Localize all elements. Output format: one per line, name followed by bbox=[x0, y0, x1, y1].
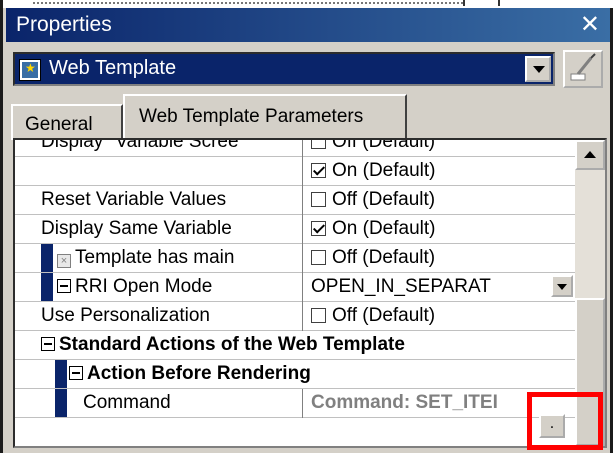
row-value: Command: SET_ITEI bbox=[311, 392, 498, 413]
row-value: On (Default) bbox=[332, 160, 436, 181]
table-row[interactable]: Display "Variable Scree Off (Default) bbox=[15, 138, 575, 157]
chevron-up-icon bbox=[584, 151, 596, 158]
row-name: Display "Variable Scree bbox=[41, 138, 239, 152]
window-title: Properties bbox=[16, 13, 112, 36]
tab-web-template-parameters-label: Web Template Parameters bbox=[139, 106, 364, 127]
group-header-row[interactable]: Action Before Rendering bbox=[15, 360, 575, 389]
tick-mark bbox=[498, 0, 500, 6]
web-template-icon: ★ bbox=[19, 59, 41, 81]
brush-icon bbox=[570, 53, 596, 81]
collapse-icon[interactable] bbox=[41, 337, 55, 351]
table-row[interactable]: Display Same Variable On (Default) bbox=[15, 215, 575, 244]
row-value: Off (Default) bbox=[332, 305, 436, 326]
object-selector-value: Web Template bbox=[49, 57, 177, 79]
row-value: Off (Default) bbox=[332, 189, 436, 210]
ellipsis-button[interactable]: . bbox=[539, 414, 565, 438]
row-value: OPEN_IN_SEPARAT bbox=[311, 276, 491, 297]
checkbox[interactable] bbox=[311, 192, 326, 207]
table-row[interactable]: Reset Variable Values Off (Default) bbox=[15, 186, 575, 215]
table-row[interactable]: On (Default) bbox=[15, 157, 575, 186]
tab-general-label: General bbox=[25, 114, 93, 135]
top-strip bbox=[3, 0, 613, 8]
checkbox[interactable] bbox=[311, 308, 326, 323]
group-header-row[interactable]: Standard Actions of the Web Template bbox=[15, 331, 575, 360]
format-brush-button[interactable] bbox=[563, 50, 603, 88]
row-value: On (Default) bbox=[332, 218, 436, 239]
scroll-up-button[interactable] bbox=[575, 140, 605, 170]
row-name: RRI Open Mode bbox=[75, 276, 213, 297]
checkbox[interactable] bbox=[311, 140, 326, 149]
tick-mark bbox=[463, 0, 465, 6]
properties-window: Properties ✕ ★ Web Template General Web … bbox=[0, 0, 613, 453]
checkbox[interactable] bbox=[311, 221, 326, 236]
close-icon[interactable]: ✕ bbox=[580, 10, 600, 38]
tab-web-template-parameters[interactable]: Web Template Parameters bbox=[123, 94, 407, 138]
table-row[interactable]: RRI Open Mode OPEN_IN_SEPARAT bbox=[15, 273, 575, 302]
checkbox[interactable] bbox=[311, 250, 326, 265]
object-selector-dropdown-button[interactable] bbox=[525, 56, 551, 82]
table-row[interactable]: × Template has main Off (Default) bbox=[15, 244, 575, 273]
title-bar: Properties ✕ bbox=[6, 8, 610, 42]
row-value: Off (Default) bbox=[332, 138, 436, 152]
checkbox[interactable] bbox=[311, 163, 326, 178]
row-name: Template has main bbox=[75, 247, 235, 268]
chevron-down-icon bbox=[557, 284, 567, 290]
row-value: Off (Default) bbox=[332, 247, 436, 268]
disabled-checkbox-icon: × bbox=[57, 254, 71, 268]
row-name: Use Personalization bbox=[41, 305, 210, 326]
collapse-icon[interactable] bbox=[57, 279, 71, 293]
vertical-scrollbar[interactable] bbox=[575, 140, 605, 446]
row-name: Reset Variable Values bbox=[41, 189, 227, 210]
tab-general[interactable]: General bbox=[11, 104, 123, 140]
scrollbar-thumb[interactable] bbox=[575, 298, 605, 446]
rri-open-mode-dropdown-button[interactable] bbox=[551, 275, 573, 297]
table-row[interactable]: Use Personalization Off (Default) bbox=[15, 302, 575, 331]
row-name: Display Same Variable bbox=[41, 218, 232, 239]
row-name: Command bbox=[83, 392, 171, 413]
group-title: Action Before Rendering bbox=[87, 363, 311, 384]
dotted-line bbox=[33, 0, 463, 4]
collapse-icon[interactable] bbox=[69, 366, 83, 380]
table-row[interactable]: Command Command: SET_ITEI bbox=[15, 389, 575, 418]
object-selector[interactable]: ★ Web Template bbox=[13, 52, 555, 86]
group-title: Standard Actions of the Web Template bbox=[59, 334, 405, 355]
chevron-down-icon bbox=[533, 66, 545, 73]
property-grid: Display "Variable Scree Off (Default) On… bbox=[13, 138, 607, 448]
